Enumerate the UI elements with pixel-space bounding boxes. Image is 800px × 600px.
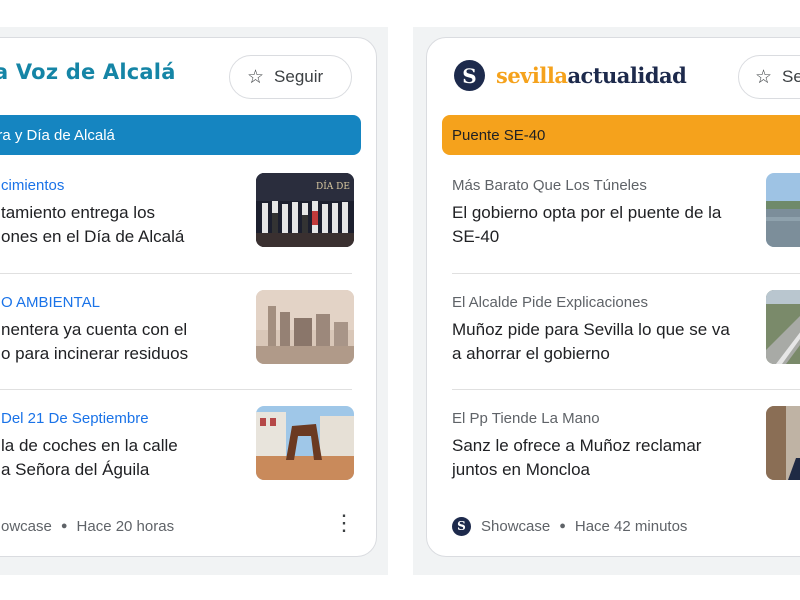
article-headline: nentera ya cuenta con el o para incinera…	[1, 320, 189, 363]
follow-label: Se	[782, 67, 800, 86]
publisher-name: sevillaactualidad	[496, 63, 687, 88]
article-item[interactable]: El Alcalde Pide Explicaciones Muñoz pide…	[427, 290, 800, 394]
topic-chip[interactable]: Puente SE-40	[442, 115, 800, 155]
article-headline: Sanz le ofrece a Muñoz reclamar juntos e…	[452, 436, 702, 479]
news-card-sevilla-actualidad: S sevillaactualidad ☆ Se Puente SE-40 Má…	[426, 37, 800, 557]
star-outline-icon: ☆	[755, 66, 773, 88]
article-item[interactable]: cimientos tamiento entrega los ones en e…	[0, 173, 376, 277]
follow-button[interactable]: ☆ Seguir	[229, 55, 352, 99]
article-kicker: Del 21 De Septiembre	[1, 410, 149, 427]
article-item[interactable]: O AMBIENTAL nentera ya cuenta con el o p…	[0, 290, 376, 394]
award-ceremony-photo: DÍA DE	[256, 173, 354, 247]
divider	[452, 389, 800, 390]
separator-dot: ●	[60, 520, 68, 532]
divider	[0, 389, 352, 390]
card-footer: owcase ● Hace 20 horas ⋮	[0, 510, 376, 538]
card-footer: S Showcase ● Hace 42 minutos	[427, 514, 800, 538]
sculpture-street-photo	[256, 406, 354, 480]
publisher-brand[interactable]: S sevillaactualidad	[454, 60, 687, 91]
article-headline: Muñoz pide para Sevilla lo que se va a a…	[452, 320, 730, 363]
star-outline-icon: ☆	[247, 66, 265, 88]
divider	[452, 273, 800, 274]
source-label[interactable]: Showcase	[481, 518, 550, 535]
article-headline: El gobierno opta por el puente de la SE-…	[452, 203, 722, 246]
article-item[interactable]: El Pp Tiende La Mano Sanz le ofrece a Mu…	[427, 406, 800, 510]
sevilla-actualidad-logo-icon: S	[454, 60, 485, 91]
article-item[interactable]: Más Barato Que Los Túneles El gobierno o…	[427, 173, 800, 277]
more-vert-icon[interactable]: ⋮	[333, 510, 355, 536]
timestamp: Hace 42 minutos	[574, 517, 688, 535]
article-kicker: El Alcalde Pide Explicaciones	[452, 294, 648, 311]
highway-aerial-photo	[766, 290, 800, 364]
follow-button[interactable]: ☆ Se	[738, 55, 800, 99]
article-item[interactable]: Del 21 De Septiembre la de coches en la …	[0, 406, 376, 510]
topic-chip[interactable]: era y Día de Alcalá	[0, 115, 361, 155]
timestamp: Hace 20 horas	[76, 517, 175, 535]
article-headline: tamiento entrega los ones en el Día de A…	[1, 203, 185, 246]
divider	[0, 273, 352, 274]
article-kicker: Más Barato Que Los Túneles	[452, 177, 647, 194]
source-label[interactable]: owcase	[1, 518, 52, 535]
article-kicker: El Pp Tiende La Mano	[452, 410, 600, 427]
follow-label: Seguir	[274, 67, 324, 86]
showcase-source-icon: S	[452, 516, 471, 536]
svg-text:DÍA DE: DÍA DE	[316, 180, 350, 192]
topic-label: Puente SE-40	[452, 126, 546, 144]
topic-label: era y Día de Alcalá	[0, 126, 115, 144]
politician-portrait-photo	[766, 406, 800, 480]
article-kicker: cimientos	[1, 177, 65, 194]
river-bridge-photo	[766, 173, 800, 247]
publisher-name[interactable]: a Voz de Alcalá	[0, 60, 176, 84]
news-card-la-voz-de-alcala: a Voz de Alcalá ☆ Seguir era y Día de Al…	[0, 37, 377, 557]
article-headline: la de coches en la calle a Señora del Ág…	[1, 436, 178, 479]
cement-plant-photo	[256, 290, 354, 364]
separator-dot: ●	[559, 520, 566, 532]
article-kicker: O AMBIENTAL	[1, 294, 100, 311]
